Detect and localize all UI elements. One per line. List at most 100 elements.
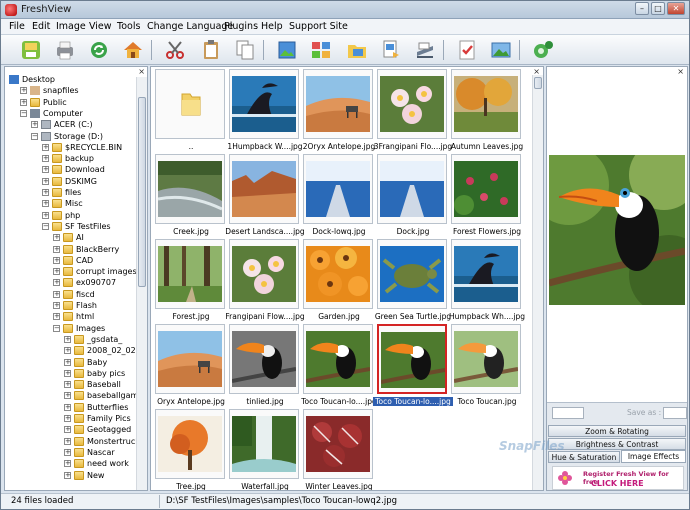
thumbnail-item[interactable] [377,239,447,309]
expand-icon[interactable]: + [42,189,49,196]
expand-icon[interactable]: + [42,143,49,151]
tree-item[interactable]: + ACER (C:) [5,120,135,131]
expand-icon[interactable]: + [64,392,71,400]
collapse-icon[interactable]: − [20,109,27,117]
print-icon[interactable] [53,38,77,62]
thumbnail-item[interactable] [451,239,521,309]
menu-file[interactable]: File [9,21,25,32]
thumbnail-item[interactable] [303,69,373,139]
thumbnail-item[interactable] [229,409,299,479]
collapse-icon[interactable]: − [31,132,38,140]
grid-scroll-thumb[interactable] [534,77,542,89]
tree-item[interactable]: + Butterflies [5,402,135,414]
tree-item[interactable]: + Misc [5,199,135,210]
cut-icon[interactable] [163,38,187,62]
tree-item[interactable]: + AI [5,233,135,244]
thumbnail-caption[interactable]: Tree.jpg [151,482,231,490]
thumbnail-item[interactable] [303,239,373,309]
tree-item[interactable]: + html [5,312,135,323]
menu-tools[interactable]: Tools [117,21,140,32]
thumbnail-caption[interactable]: Garden.jpg [299,312,379,321]
tree-item[interactable]: + files [5,188,135,199]
image-view-icon[interactable] [275,38,299,62]
tree-item[interactable]: + Baby [5,357,135,369]
thumbnail-caption[interactable]: tinlied.jpg [225,397,305,406]
thumbnail-item[interactable] [377,324,447,394]
thumbnail-caption[interactable]: .. [151,142,231,151]
tree-item[interactable]: + Geotagged [5,425,135,436]
tree-item[interactable]: − Storage (D:) [5,131,135,143]
save-as-input[interactable] [663,407,687,419]
register-ad-banner[interactable]: Register Fresh View for free CLICK HERE [552,466,684,490]
collapse-icon[interactable]: − [53,324,60,332]
tree-item[interactable]: + backup [5,154,135,165]
close-button[interactable]: ✕ [667,2,685,15]
expand-icon[interactable]: + [64,347,71,355]
paste-icon[interactable] [199,38,223,62]
expand-icon[interactable]: + [64,369,71,377]
tree-item[interactable]: + need work [5,459,135,470]
thumbnail-caption[interactable]: Dock-lowq.jpg [299,227,379,236]
thumbnail-caption[interactable]: 1Humpback W....jpg [225,142,305,151]
tree-item[interactable]: + ex090707 [5,278,135,289]
expand-icon[interactable]: + [31,121,38,129]
tree-item[interactable]: + corrupt images [5,267,137,278]
expand-icon[interactable]: + [42,200,49,208]
thumbnail-item[interactable] [303,409,373,479]
thumbnail-item[interactable] [377,69,447,139]
maximize-button[interactable]: □ [651,2,665,15]
thumbnail-item[interactable] [229,324,299,394]
thumbnail-caption[interactable]: Desert Landsca....jpg [225,227,305,236]
folder-image-icon[interactable] [345,38,369,62]
tree-item[interactable]: + Public [5,97,135,109]
thumbnail-caption[interactable]: Waterfall.jpg [225,482,305,490]
tree-item[interactable]: + Nascar [5,447,135,459]
slideshow-icon[interactable] [489,38,513,62]
tree-scroll-thumb[interactable] [138,97,146,287]
menu-view[interactable]: View [89,21,112,32]
tree-item[interactable]: Desktop [5,75,135,86]
minimize-button[interactable]: – [635,2,649,15]
thumbnail-caption[interactable]: Dock.jpg [373,227,453,236]
thumbnail-caption[interactable]: Toco Toucan-lo....jpg [299,397,379,406]
tree-item[interactable]: − Images [5,323,135,335]
tree-item[interactable]: + Monstertruck [5,436,140,448]
tree-item[interactable]: − SF TestFiles [5,221,135,233]
thumbnail-item[interactable] [229,239,299,309]
thumbnail-caption[interactable]: Humpback Wh....jpg [447,312,527,321]
expand-icon[interactable]: + [20,98,27,106]
thumbnail-caption[interactable]: Forest.jpg [151,312,231,321]
preview-close-icon[interactable]: × [677,67,684,76]
expand-icon[interactable]: + [64,448,71,456]
tree-item[interactable]: + Family Pics [5,414,135,425]
tree-item[interactable]: + php [5,210,135,222]
scanner-icon[interactable] [413,38,437,62]
expand-icon[interactable]: + [64,335,71,343]
thumbnail-item[interactable] [303,324,373,394]
expand-icon[interactable]: + [53,302,60,309]
tree-item[interactable]: + snapfiles [5,86,135,97]
tree-item[interactable]: + fiscd [5,289,135,301]
thumbnail-caption[interactable]: Forest Flowers.jpg [447,227,527,236]
menu-help[interactable]: Help [261,21,283,32]
thumbnail-item[interactable] [451,154,521,224]
checklist-icon[interactable] [455,38,479,62]
tree-item[interactable]: + Download [5,165,135,176]
thumbnail-item[interactable] [229,69,299,139]
expand-icon[interactable]: + [53,234,60,242]
thumbnail-caption[interactable]: Autumn Leaves.jpg [447,142,527,151]
tree-item[interactable]: + BlackBerry [5,244,135,256]
expand-icon[interactable]: + [53,268,60,276]
thumbnail-caption[interactable]: Oryx Antelope.jpg [151,397,231,406]
plugin-gear-icon[interactable] [531,38,555,62]
refresh-icon[interactable] [87,38,111,62]
expand-icon[interactable]: + [53,279,60,287]
save-icon[interactable] [19,38,43,62]
thumbnail-caption[interactable]: Frangipani Flow....jpg [225,312,305,321]
expand-icon[interactable]: + [42,211,49,219]
tree-item[interactable]: +2008_02_02 [5,346,136,357]
thumbnail-caption[interactable]: Winter Leaves.jpg [299,482,379,490]
thumbnail-caption[interactable]: 2Oryx Antelope.jpg [299,142,379,151]
convert-icon[interactable] [379,38,403,62]
tree-close-icon[interactable]: × [138,67,145,76]
